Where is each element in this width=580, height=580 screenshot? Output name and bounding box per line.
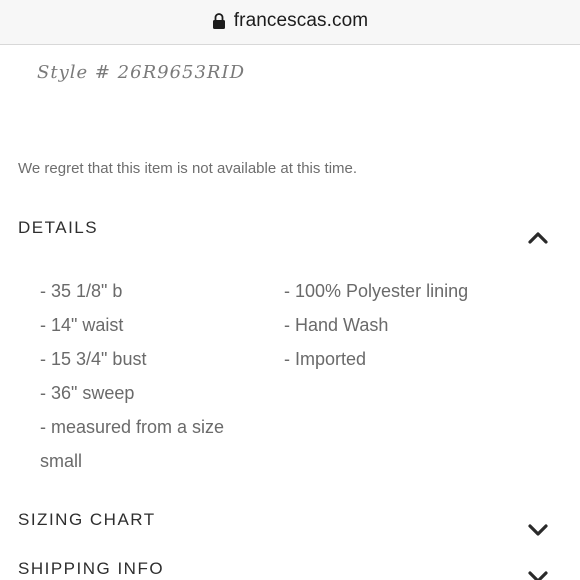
availability-message: We regret that this item is not availabl…	[18, 160, 358, 177]
product-page: francescas.com Style # 26R9653RID We reg…	[0, 0, 580, 580]
address-bar-content: francescas.com	[0, 8, 580, 34]
sizing-chart-heading[interactable]: SIZING CHART	[18, 510, 156, 530]
details-item: - 15 3/4" bust	[40, 349, 147, 369]
details-item: - 36" sweep	[40, 383, 135, 403]
chevron-down-icon[interactable]	[528, 570, 548, 580]
details-item: - Hand Wash	[284, 315, 389, 335]
lock-icon	[212, 12, 226, 30]
browser-address-bar[interactable]: francescas.com	[0, 0, 580, 45]
details-item: - 14" waist	[40, 315, 124, 335]
details-list-right: - 100% Polyester lining - Hand Wash - Im…	[284, 274, 544, 376]
details-item: small	[40, 451, 83, 471]
style-number: Style # 26R9653RID	[37, 62, 246, 83]
chevron-down-icon[interactable]	[528, 523, 548, 537]
shipping-info-heading[interactable]: SHIPPING INFO	[18, 559, 164, 579]
details-item: - 35 1/8" b	[40, 281, 123, 301]
details-item: - 100% Polyester lining	[284, 281, 469, 301]
details-list-left: - 35 1/8" b - 14" waist - 15 3/4" bust -…	[40, 274, 260, 478]
details-item: - measured from a size	[40, 417, 225, 437]
chevron-up-icon[interactable]	[528, 231, 548, 245]
details-heading[interactable]: DETAILS	[18, 218, 98, 238]
details-item: - Imported	[284, 349, 367, 369]
url-text: francescas.com	[233, 10, 369, 31]
